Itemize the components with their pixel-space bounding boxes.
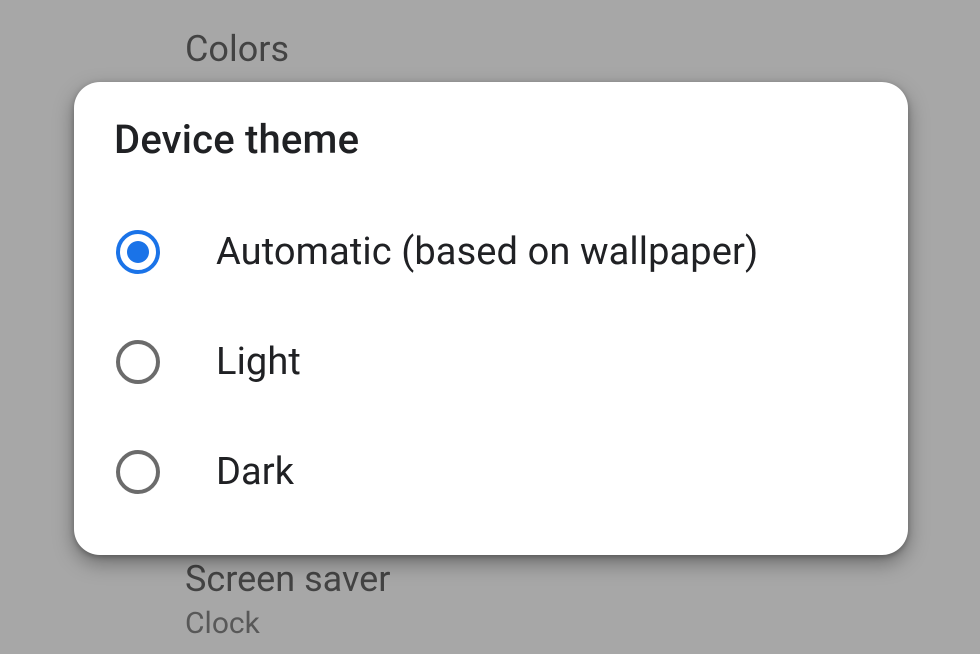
radio-icon (116, 230, 160, 274)
theme-option-light[interactable]: Light (114, 307, 868, 417)
radio-icon (116, 340, 160, 384)
theme-option-label: Automatic (based on wallpaper) (216, 230, 758, 274)
theme-option-label: Dark (216, 450, 294, 494)
theme-option-label: Light (216, 340, 301, 384)
theme-option-dark[interactable]: Dark (114, 417, 868, 527)
radio-icon (116, 450, 160, 494)
dialog-title: Device theme (114, 116, 868, 163)
theme-option-automatic[interactable]: Automatic (based on wallpaper) (114, 197, 868, 307)
device-theme-dialog: Device theme Automatic (based on wallpap… (74, 82, 908, 555)
